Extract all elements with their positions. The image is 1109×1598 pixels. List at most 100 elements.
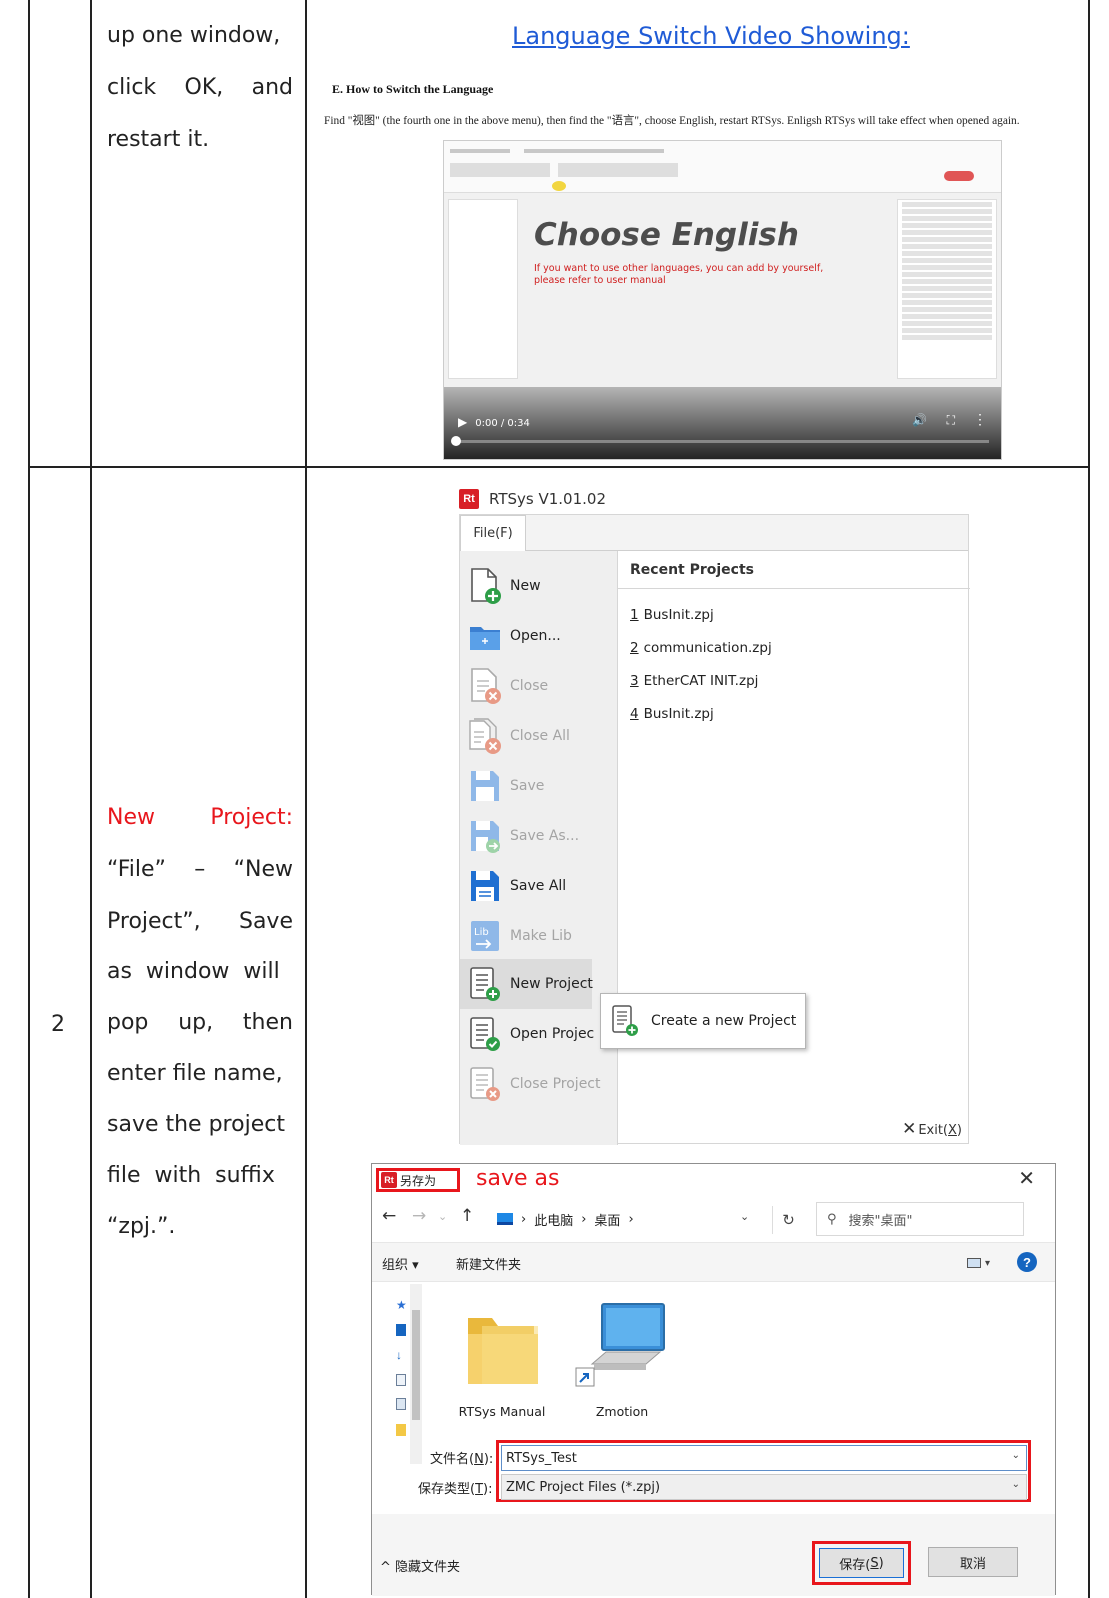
more-options-icon[interactable]: ⋮ [973,411,987,428]
instruction-line: “zpj.”. [107,1214,176,1239]
menu-item-label: Save [510,778,545,794]
rtsys-tab-bar [460,515,968,551]
language-video-link[interactable]: Language Switch Video Showing: [512,22,910,50]
cancel-button[interactable]: 取消 [928,1547,1018,1577]
quick-access-icon[interactable]: ★ [396,1298,407,1312]
search-input[interactable]: ⚲ 搜索"桌面" [816,1202,1024,1236]
organize-menu[interactable]: 组织 ▾ [382,1254,419,1273]
chevron-down-icon[interactable]: ⌄ [1012,1479,1020,1490]
video-progress-knob[interactable] [451,436,461,446]
document-icon[interactable] [396,1398,406,1410]
recent-project-item[interactable]: 4 BusInit.zpj [630,706,714,722]
dialog-footer: ^ 隐藏文件夹 保存(S) 取消 [372,1514,1055,1596]
refresh-icon[interactable]: ↻ [772,1206,804,1234]
save-as-annotation: save as [476,1166,560,1191]
tooltip-text: Create a new Project [651,1013,797,1029]
menu-item-label: Close All [510,728,570,744]
save-icon [471,771,499,801]
rtsys-file-menu-window: File(F) New Open... Close Close All Save… [459,514,970,1145]
menu-item-close[interactable]: Close [460,661,618,711]
menu-item-open-project[interactable]: Open Projec [460,1009,618,1059]
folder-icon[interactable] [396,1424,406,1436]
instruction-line: New Project: [107,805,293,830]
doc-paragraph: Find "视图" (the fourth one in the above m… [324,115,1020,127]
open-project-icon [470,1017,500,1051]
filetype-select[interactable]: ZMC Project Files (*.zpj) ⌄ [501,1474,1027,1500]
chevron-down-icon[interactable]: ⌄ [1012,1450,1020,1461]
table-row-divider [28,466,1090,468]
open-folder-icon [470,627,500,650]
play-icon[interactable]: ▶ [458,415,467,429]
exit-button[interactable]: ✕ Exit(X) [902,1119,962,1139]
rtsys-window-title: Rt RTSys V1.01.02 [459,489,606,509]
rtsys-logo-icon: Rt [381,1172,397,1188]
filename-label: 文件名(N): [430,1452,494,1467]
recent-projects-title: Recent Projects [618,551,970,589]
menu-item-close-all[interactable]: Close All [460,711,618,761]
menu-item-label: New Project [510,976,593,992]
fields-highlight: RTSys_Test ⌄ ZMC Project Files (*.zpj) ⌄ [496,1440,1031,1502]
video-progress-track[interactable] [451,436,989,446]
address-dropdown-icon[interactable]: ⌄ [740,1210,749,1223]
menu-item-save-as[interactable]: Save As... [460,811,618,861]
dialog-titlebar: Rt 另存为 save as ✕ [372,1164,1055,1198]
breadcrumb-item[interactable]: 桌面 [594,1210,620,1229]
file-tab[interactable]: File(F) [460,515,526,551]
menu-item-new-project[interactable]: New Project [460,959,593,1009]
menu-item-new[interactable]: New [460,561,618,611]
file-menu-list: New Open... Close Close All Save Save As… [460,551,618,1145]
address-bar[interactable]: › 此电脑 › 桌面 › [497,1204,797,1234]
menu-item-label: New [510,578,541,594]
menu-item-save[interactable]: Save [460,761,618,811]
menu-item-make-lib[interactable]: Lib Make Lib [460,911,618,961]
table-border-left [28,0,30,1598]
fullscreen-icon[interactable]: ⛶ [947,413,955,428]
forward-arrow-icon[interactable]: → [412,1206,426,1226]
back-arrow-icon[interactable]: ← [382,1206,396,1226]
menu-item-close-project[interactable]: Close Project [460,1059,618,1109]
up-arrow-icon[interactable]: ↑ [460,1206,474,1226]
menu-item-open[interactable]: Open... [460,611,618,661]
search-icon: ⚲ [827,1211,837,1227]
instruction-line: click OK, and [107,75,293,100]
make-lib-icon: Lib [471,921,499,951]
document-icon[interactable] [396,1374,406,1386]
menu-item-label: Open... [510,628,561,644]
nav-item-icon[interactable] [396,1324,406,1336]
table-border-col1 [90,0,92,1598]
menu-item-save-all[interactable]: Save All [460,861,618,911]
table-border-right [1088,0,1090,1598]
recent-project-item[interactable]: 1 BusInit.zpj [630,607,714,623]
view-options-icon[interactable]: ▾ [967,1255,995,1271]
volume-icon[interactable]: 🔊 [912,413,927,427]
recent-project-item[interactable]: 3 EtherCAT INIT.zpj [630,673,758,689]
folder-icon [468,1318,538,1384]
language-video-player[interactable]: Choose English If you want to use other … [443,140,1002,460]
download-icon[interactable]: ↓ [396,1348,406,1362]
video-rtsys-ribbon [444,141,1001,193]
dialog-title-highlight: Rt 另存为 [376,1168,460,1192]
save-as-dialog: Rt 另存为 save as ✕ ← → ⌄ ↑ › 此电脑 › 桌面 › ⌄ … [371,1163,1056,1596]
video-controls: ▶ 0:00 / 0:34 🔊 ⛶ ⋮ [444,387,1001,459]
new-folder-button[interactable]: 新建文件夹 [456,1254,521,1273]
recent-project-item[interactable]: 2 communication.zpj [630,640,772,656]
close-project-icon [470,1067,500,1101]
new-project-icon [470,967,500,1001]
close-all-icon [469,718,501,754]
chevron-down-icon[interactable]: ⌄ [438,1210,447,1223]
close-file-icon [471,668,501,704]
save-button[interactable]: 保存(S) [819,1548,904,1578]
hide-folders-toggle[interactable]: ^ 隐藏文件夹 [380,1556,460,1575]
filename-input[interactable]: RTSys_Test ⌄ [501,1445,1027,1471]
close-icon[interactable]: ✕ [1018,1166,1035,1190]
help-icon[interactable]: ? [1017,1252,1037,1272]
menu-item-label: Save All [510,878,567,894]
breadcrumb-item[interactable]: 此电脑 [534,1210,573,1229]
new-project-icon [612,1005,638,1036]
instruction-line: save the project [107,1112,285,1137]
filetype-value: ZMC Project Files (*.zpj) [506,1479,661,1495]
nav-scrollbar-thumb[interactable] [412,1310,420,1420]
search-placeholder: 搜索"桌面" [848,1213,913,1229]
video-project-panel [448,199,518,379]
instruction-line: file with suffix [107,1163,275,1188]
